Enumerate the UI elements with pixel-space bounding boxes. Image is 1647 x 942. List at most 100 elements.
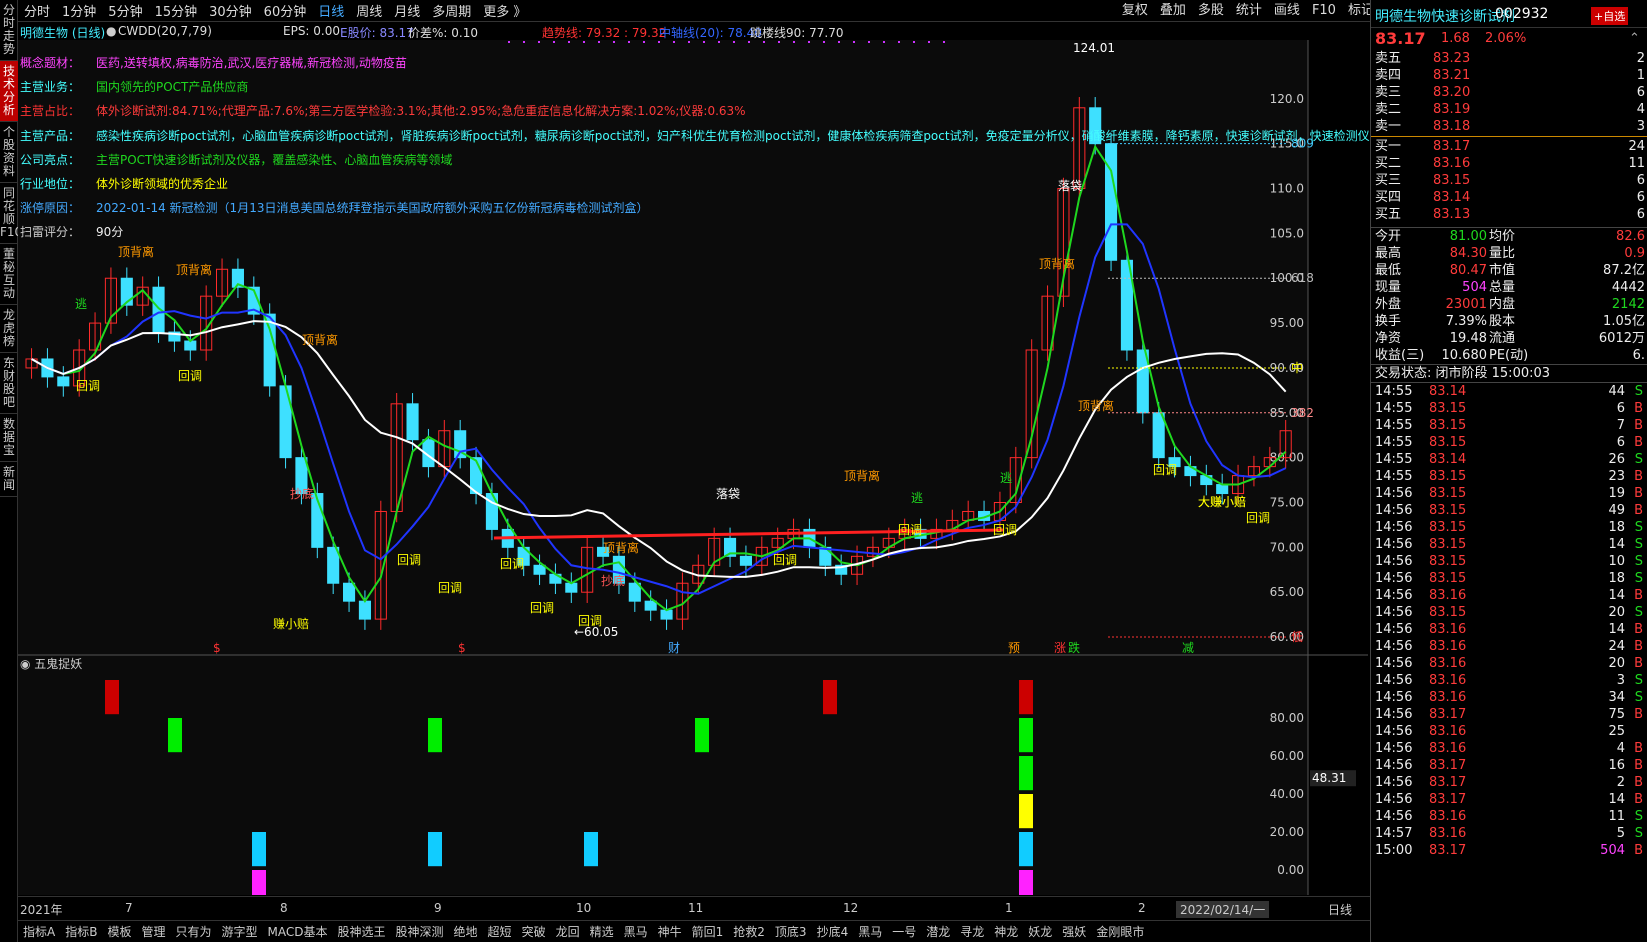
top-marker-dot	[853, 41, 855, 43]
indicator-tab[interactable]: 游字型	[217, 923, 263, 940]
indicator-tab[interactable]: 箭回1	[687, 923, 729, 940]
indicator-tab[interactable]: 指标A	[18, 923, 60, 940]
period-tab[interactable]: 月线	[388, 1, 426, 20]
tick-row: 14:56 83.16 20 B	[1371, 655, 1647, 672]
left-nav-item[interactable]: 数据宝	[0, 414, 18, 462]
period-tab[interactable]: 多周期	[426, 1, 477, 20]
left-nav-item[interactable]: 东财股吧	[0, 353, 18, 414]
collapse-icon[interactable]: ⌃	[1629, 28, 1640, 50]
price-axis-label: 105.0	[1270, 226, 1304, 240]
indicator-tab[interactable]: 龙回	[551, 923, 585, 940]
indicator-tab[interactable]: 强妖	[1057, 923, 1091, 940]
candlestick-chart[interactable]: 120.0115.0110.0105.0100.095.0090.0085.00…	[18, 40, 1368, 895]
indicator-tab[interactable]: 潜龙	[921, 923, 955, 940]
signal-label: 赚小赔	[273, 616, 309, 631]
period-tab[interactable]: 5分钟	[102, 1, 148, 20]
indicator-tab[interactable]: MACD基本	[263, 923, 333, 940]
indicator-tab[interactable]: 一号	[887, 923, 921, 940]
indicator-name[interactable]: CWDD(20,7,79)	[118, 24, 212, 38]
f10-label: 行业地位：	[20, 177, 81, 191]
indicator-tab[interactable]: 突破	[517, 923, 551, 940]
tool-button[interactable]: 多股	[1192, 0, 1230, 22]
left-nav-item[interactable]: 技术分析	[0, 61, 18, 122]
indicator-tab[interactable]: 妖龙	[1023, 923, 1057, 940]
tick-time: 14:56	[1375, 673, 1413, 688]
indicator-tab[interactable]: 黑马	[619, 923, 653, 940]
stat-value: 84.30	[1449, 246, 1487, 261]
tool-button[interactable]: 统计	[1230, 0, 1268, 22]
date-tick: 2	[1138, 901, 1146, 915]
tool-button[interactable]: 复权	[1116, 0, 1154, 22]
tool-button[interactable]: F10	[1306, 0, 1342, 22]
left-nav-item[interactable]: 个股资料	[0, 122, 18, 183]
tick-list[interactable]: 14:55 83.14 44 S 14:55 83.15 6 B 14:55 83.15 7 B 14:…	[1371, 383, 1647, 859]
indicator-tab[interactable]: 精选	[585, 923, 619, 940]
settings-icon[interactable]: ●	[106, 24, 116, 38]
indicator-tab[interactable]: 管理	[136, 923, 170, 940]
event-marker: 涨	[1054, 640, 1066, 655]
tool-button[interactable]: 画线	[1268, 0, 1306, 22]
period-tab[interactable]: 60分钟	[258, 1, 313, 20]
left-nav-item[interactable]: 龙虎榜	[0, 305, 18, 353]
period-tab[interactable]: 15分钟	[149, 1, 204, 20]
tick-volume: 14	[1608, 792, 1625, 807]
tick-volume: 25	[1608, 724, 1625, 739]
indicator-tab[interactable]: 绝地	[449, 923, 483, 940]
period-tab[interactable]: 周线	[350, 1, 388, 20]
indicator-tab[interactable]: 股神深测	[391, 923, 449, 940]
tick-side: B	[1634, 843, 1643, 858]
indicator-tab[interactable]: 神牛	[653, 923, 687, 940]
indicator-tab[interactable]: 指标B	[60, 923, 102, 940]
indicator-tab[interactable]: 超短	[483, 923, 517, 940]
left-nav-item[interactable]: 董秘互动	[0, 244, 18, 305]
stat-value: 0.9	[1624, 246, 1645, 261]
tick-time: 14:56	[1375, 724, 1413, 739]
tick-row: 15:00 83.17 504 B	[1371, 842, 1647, 859]
stat-label: 现量	[1375, 280, 1402, 295]
stat-value: 504	[1462, 280, 1487, 295]
tick-row: 14:56 83.16 25	[1371, 723, 1647, 740]
quote-panel: 明德生物快速诊断试剂 002932 +自选 83.17 1.68 2.06% ⌃…	[1370, 0, 1647, 942]
book-level: 卖二	[1375, 102, 1402, 117]
indicator-tab[interactable]: 只有为	[170, 923, 216, 940]
f10-value: 医药,送转填权,病毒防治,武汉,医疗器械,新冠检测,动物疫苗	[96, 56, 407, 70]
signal-bar	[168, 718, 182, 753]
period-tab[interactable]: 分时	[18, 1, 56, 20]
sub-axis-label: 20.00	[1270, 825, 1304, 839]
tick-side: B	[1634, 588, 1643, 603]
tick-volume: 26	[1608, 452, 1625, 467]
tick-price: 83.15	[1429, 503, 1467, 518]
f10-value: 90分	[96, 225, 124, 240]
tick-side: B	[1634, 707, 1643, 722]
signal-label: 回调	[773, 553, 797, 567]
period-tab[interactable]: 更多 》	[477, 1, 532, 20]
book-price: 83.20	[1433, 85, 1471, 100]
signal-label: 回调	[898, 523, 922, 537]
indicator-tab[interactable]: 顶底3	[770, 923, 812, 940]
tool-button[interactable]: 叠加	[1154, 0, 1192, 22]
left-nav-item[interactable]: 同花顺F10	[0, 183, 22, 244]
signal-bar	[1019, 794, 1033, 829]
indicator-tab[interactable]: 抢救2	[728, 923, 770, 940]
left-nav-item[interactable]: 分时走势	[0, 0, 18, 61]
tick-row: 14:56 83.17 2 B	[1371, 774, 1647, 791]
period-tab[interactable]: 1分钟	[56, 1, 102, 20]
indicator-tab[interactable]: 模板	[102, 923, 136, 940]
period-tab[interactable]: 日线	[312, 1, 350, 20]
signal-bar	[428, 832, 442, 867]
left-nav-item[interactable]: 新闻	[0, 462, 18, 497]
tick-volume: 23	[1608, 469, 1625, 484]
tick-row: 14:56 83.17 16 B	[1371, 757, 1647, 774]
sub-current-value: 48.31	[1312, 771, 1346, 785]
indicator-tab[interactable]: 寻龙	[955, 923, 989, 940]
indicator-tab[interactable]: 黑马	[853, 923, 887, 940]
candle-body	[739, 555, 752, 566]
indicator-tab[interactable]: 金刚眼市	[1091, 923, 1149, 940]
indicator-tab[interactable]: 神龙	[989, 923, 1023, 940]
period-tab[interactable]: 30分钟	[203, 1, 258, 20]
indicator-tab[interactable]: 股神选王	[333, 923, 391, 940]
tick-price: 83.14	[1429, 452, 1467, 467]
indicator-tab[interactable]: 抄底4	[812, 923, 854, 940]
date-tick: 8	[280, 901, 288, 915]
add-watchlist-button[interactable]: +自选	[1591, 7, 1629, 25]
